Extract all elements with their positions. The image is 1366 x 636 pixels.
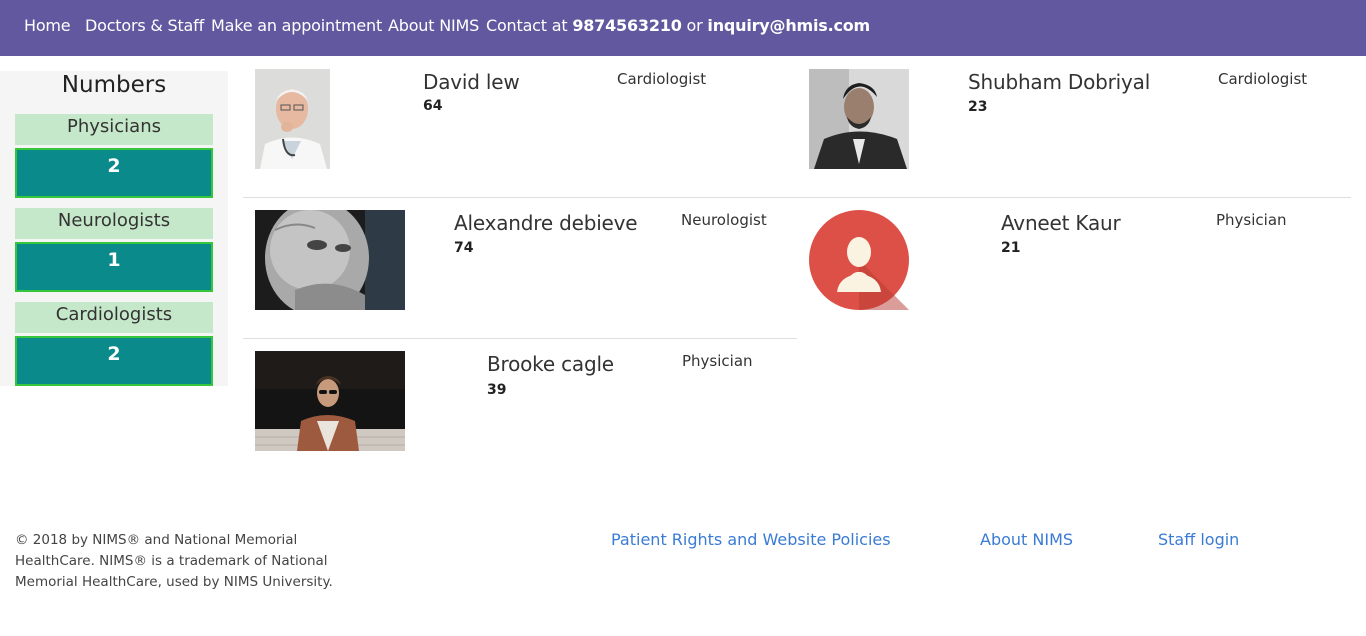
footer-about-link[interactable]: About NIMS	[980, 530, 1073, 549]
doctor-number: 64	[423, 98, 443, 114]
doctor-name: Shubham Dobriyal	[968, 70, 1151, 94]
doctor-number: 23	[968, 99, 988, 115]
row-divider	[243, 338, 797, 339]
contact-email[interactable]: inquiry@hmis.com	[707, 16, 870, 35]
staff-login-link[interactable]: Staff login	[1158, 530, 1239, 549]
doctor-specialty: Physician	[682, 352, 753, 370]
policies-link[interactable]: Patient Rights and Website Policies	[611, 530, 891, 549]
top-navbar: Home Doctors & Staff Make an appointment…	[0, 0, 1366, 56]
contact-prefix: Contact at	[486, 16, 568, 35]
contact-phone[interactable]: 9874563210	[572, 16, 682, 35]
doctor-name: David lew	[423, 70, 520, 94]
nav-appointment-link[interactable]: Make an appointment	[211, 16, 382, 35]
row-divider	[243, 197, 1351, 198]
doctor-specialty: Physician	[1216, 211, 1287, 229]
avatar-icon	[809, 210, 909, 310]
doctor-photo-david	[255, 69, 330, 169]
nav-about-link[interactable]: About NIMS	[388, 16, 479, 35]
doctor-name: Avneet Kaur	[1001, 211, 1121, 235]
doctor-photo-brooke	[255, 351, 405, 451]
stat-label-cardiologists: Cardiologists	[15, 302, 213, 333]
numbers-sidebar: Numbers Physicians 2 Neurologists 1 Card…	[0, 71, 228, 386]
stat-value-cardiologists: 2	[15, 336, 213, 386]
doctor-name: Brooke cagle	[487, 352, 614, 376]
doctor-photo-shubham	[809, 69, 909, 169]
doctor-specialty: Cardiologist	[1218, 70, 1308, 88]
contact-info: Contact at 9874563210 or inquiry@hmis.co…	[486, 16, 870, 35]
doctor-number: 21	[1001, 240, 1021, 256]
doctor-photo-alexandre	[255, 210, 405, 310]
nav-home-link[interactable]: Home	[24, 16, 71, 35]
doctor-number: 74	[454, 240, 474, 256]
doctor-specialty: Cardiologist	[617, 70, 707, 88]
contact-or: or	[686, 16, 703, 35]
doctor-number: 39	[487, 382, 507, 398]
doctor-specialty: Neurologist	[681, 211, 767, 229]
doctor-name: Alexandre debieve	[454, 211, 638, 235]
sidebar-title: Numbers	[61, 72, 167, 98]
footer-copyright: © 2018 by NIMS® and National Memorial He…	[15, 532, 333, 590]
nav-doctors-link[interactable]: Doctors & Staff	[85, 16, 204, 35]
stat-label-physicians: Physicians	[15, 114, 213, 145]
stat-label-neurologists: Neurologists	[15, 208, 213, 239]
stat-value-physicians: 2	[15, 148, 213, 198]
stat-value-neurologists: 1	[15, 242, 213, 292]
